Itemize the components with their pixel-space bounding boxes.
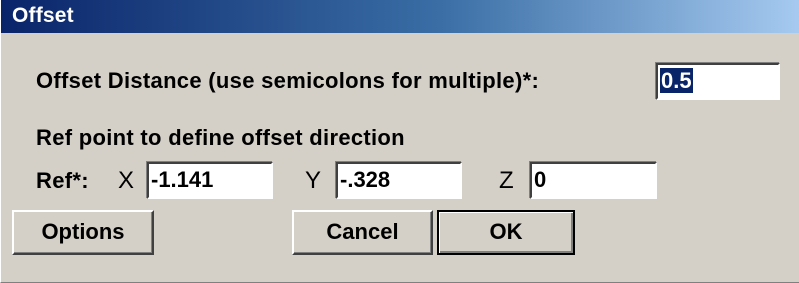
ref-x-value: -1.141 xyxy=(151,167,214,192)
ref-point-heading: Ref point to define offset direction xyxy=(36,125,405,150)
cancel-button[interactable]: Cancel xyxy=(292,210,433,255)
ref-y-field[interactable]: -.328 xyxy=(336,162,462,199)
dialog-title: Offset xyxy=(12,4,74,27)
ref-y-label: Y xyxy=(305,167,322,194)
ref-x-field[interactable]: -1.141 xyxy=(147,162,273,199)
options-button[interactable]: Options xyxy=(12,210,154,255)
offset-dialog: Offset Offset Distance (use semicolons f… xyxy=(0,0,799,283)
offset-distance-field[interactable]: 0.5 xyxy=(656,63,780,100)
offset-distance-label: Offset Distance (use semicolons for mult… xyxy=(36,68,540,93)
ref-z-value: 0 xyxy=(534,167,547,192)
ok-button[interactable]: OK xyxy=(437,210,575,255)
title-bar[interactable]: Offset xyxy=(1,0,799,33)
ref-x-label: X xyxy=(118,167,135,194)
ref-y-value: -.328 xyxy=(340,167,391,192)
ref-z-label: Z xyxy=(499,167,514,194)
offset-distance-value: 0.5 xyxy=(660,68,693,93)
ref-z-field[interactable]: 0 xyxy=(530,162,657,199)
ref-label: Ref*: xyxy=(36,168,89,193)
